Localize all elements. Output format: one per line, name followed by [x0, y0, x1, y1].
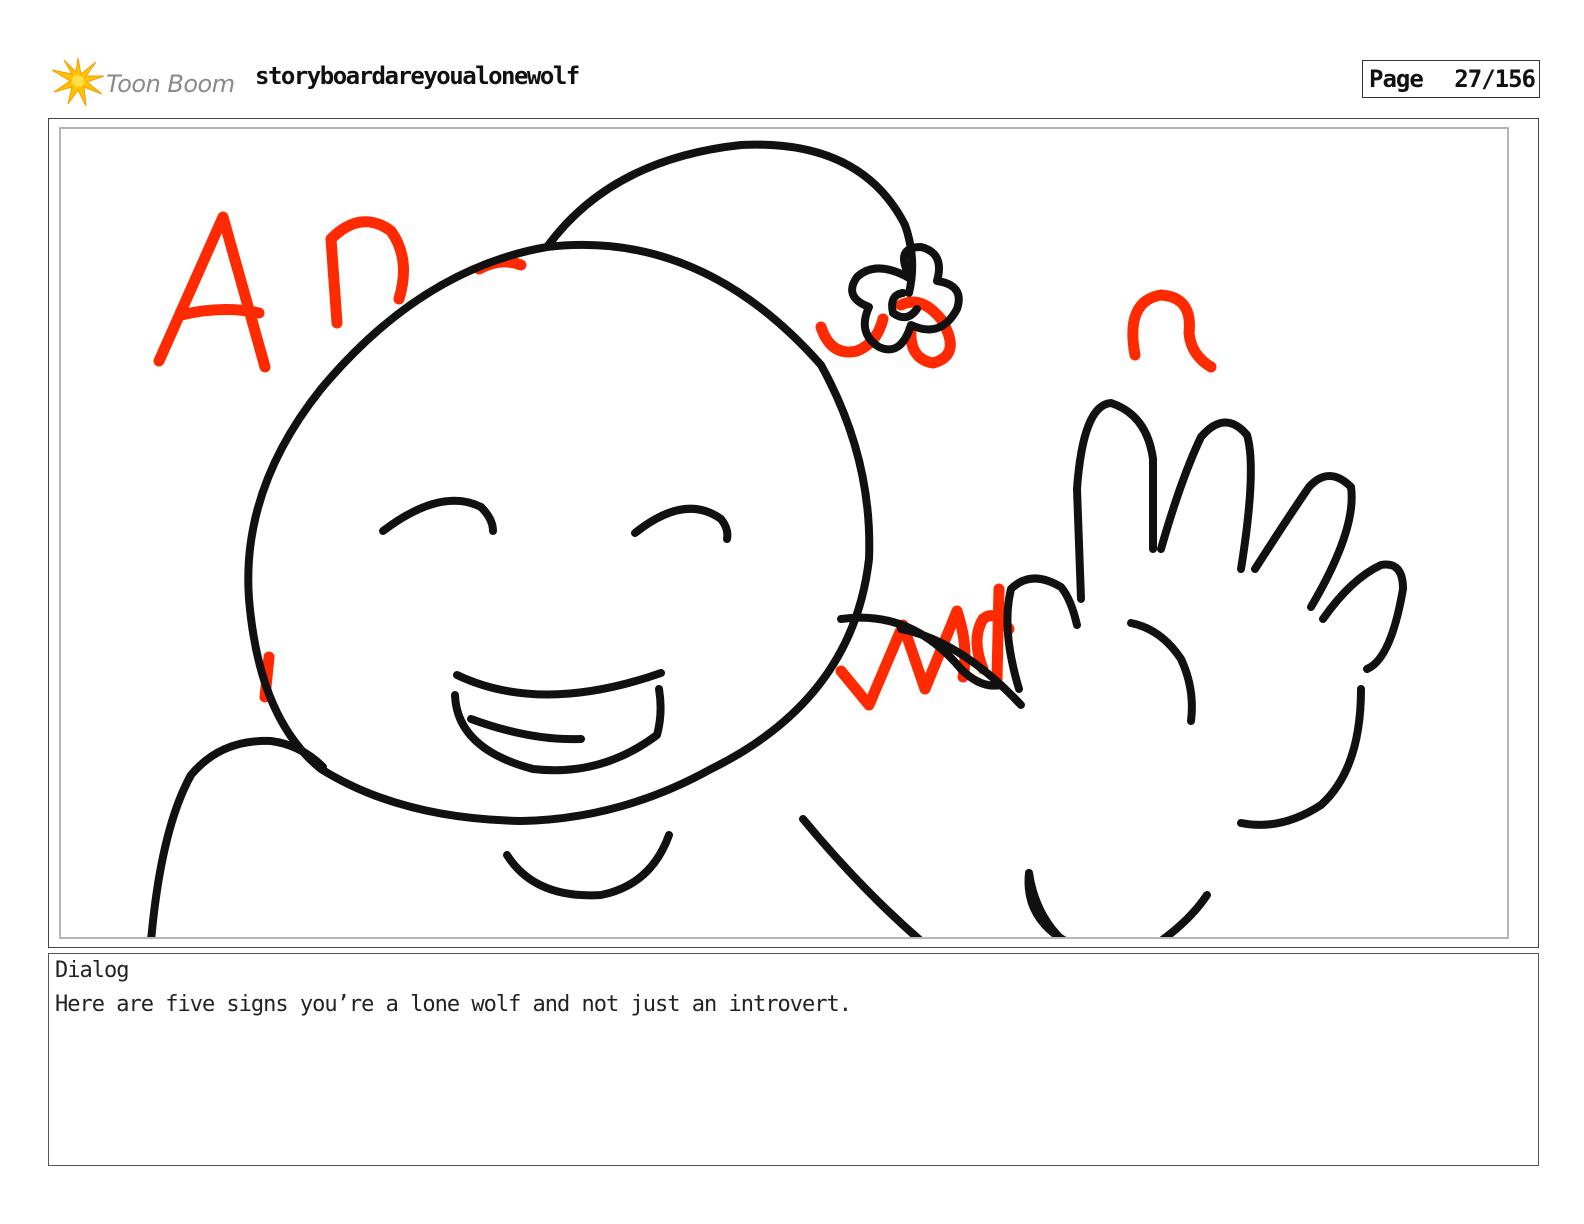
- character-sketch: [147, 140, 1407, 937]
- panel-sketch: [147, 140, 1407, 937]
- project-title: storyboardareyoualonewolf: [255, 62, 580, 90]
- dialog-text: Here are five signs you’re a lone wolf a…: [55, 992, 852, 1017]
- page-label: Page: [1369, 65, 1424, 93]
- red-sketch-strokes: [153, 211, 1217, 711]
- starburst-icon: [51, 57, 105, 107]
- page-number: 27/156: [1454, 65, 1536, 93]
- panel-frame: [59, 127, 1509, 939]
- storyboard-panel: [48, 118, 1539, 948]
- dialog-box: Dialog Here are five signs you’re a lone…: [48, 953, 1539, 1166]
- dialog-label: Dialog: [55, 958, 129, 983]
- page-header: Toon Boom storyboardareyoualonewolf Page…: [50, 52, 1540, 108]
- toon-boom-logo: Toon Boom: [50, 56, 250, 110]
- logo-text: Toon Boom: [106, 70, 235, 98]
- page-indicator: Page 27/156: [1362, 60, 1540, 98]
